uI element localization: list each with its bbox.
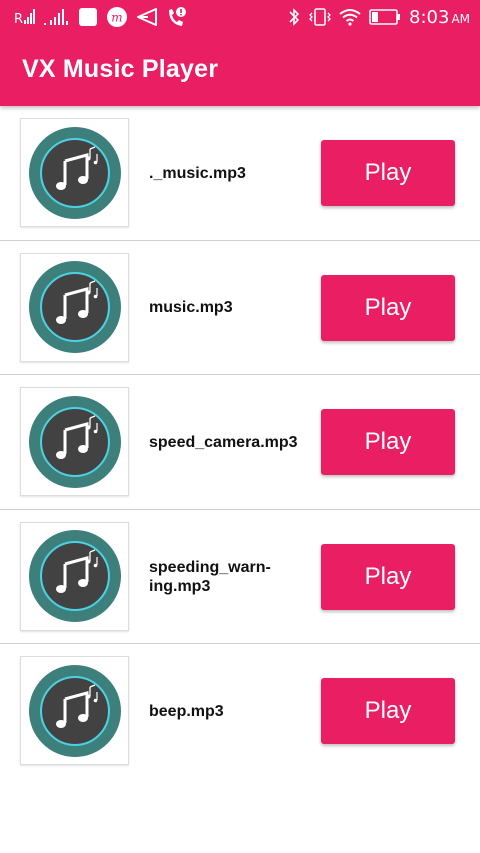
send-icon <box>136 6 158 28</box>
music-note-icon <box>28 395 121 488</box>
track-name: ._music.mp3 <box>149 164 246 182</box>
list-item: speed_camera.mp3 Play <box>0 375 480 510</box>
play-button[interactable]: Play <box>321 409 455 475</box>
svg-text:m: m <box>111 11 122 25</box>
svg-text:R: R <box>14 12 23 26</box>
music-note-icon <box>28 261 121 353</box>
battery-icon <box>369 6 401 28</box>
music-note-icon <box>28 126 121 219</box>
album-art <box>20 252 129 362</box>
vibrate-icon <box>309 6 331 28</box>
play-button[interactable]: Play <box>321 678 455 744</box>
track-name: music.mp3 <box>149 299 233 316</box>
bluetooth-icon <box>287 6 301 28</box>
m-app-icon: m <box>106 6 128 28</box>
notification-square-icon <box>78 6 98 28</box>
track-list: ._music.mp3 Play music.mp3 Play speed_ca… <box>0 106 480 779</box>
list-item: ._music.mp3 Play <box>0 106 480 241</box>
play-button[interactable]: Play <box>321 140 455 206</box>
status-bar: R m 8:03 AM <box>0 0 480 34</box>
signal-2-icon <box>44 6 70 28</box>
music-note-icon <box>28 664 121 757</box>
signal-1-icon: R <box>14 6 36 28</box>
album-art <box>20 387 129 496</box>
app-title: VX Music Player <box>22 55 219 83</box>
list-item: music.mp3 Play <box>0 241 480 375</box>
album-art <box>20 521 129 631</box>
album-art <box>20 118 129 227</box>
missed-call-icon <box>166 6 186 28</box>
play-button[interactable]: Play <box>321 543 455 610</box>
app-bar: R m 8:03 AM VX Music Player <box>0 0 480 106</box>
play-button[interactable]: Play <box>321 274 455 341</box>
list-item: speeding_warn-ing.mp3 Play <box>0 510 480 644</box>
music-note-icon <box>28 530 121 622</box>
track-name: speed_camera.mp3 <box>149 433 298 451</box>
list-item: beep.mp3 Play <box>0 644 480 779</box>
wifi-icon <box>339 6 361 28</box>
track-name: speeding_warn-ing.mp3 <box>149 558 271 595</box>
track-name: beep.mp3 <box>149 702 224 720</box>
status-time: 8:03 AM <box>409 6 470 28</box>
album-art <box>20 656 129 765</box>
